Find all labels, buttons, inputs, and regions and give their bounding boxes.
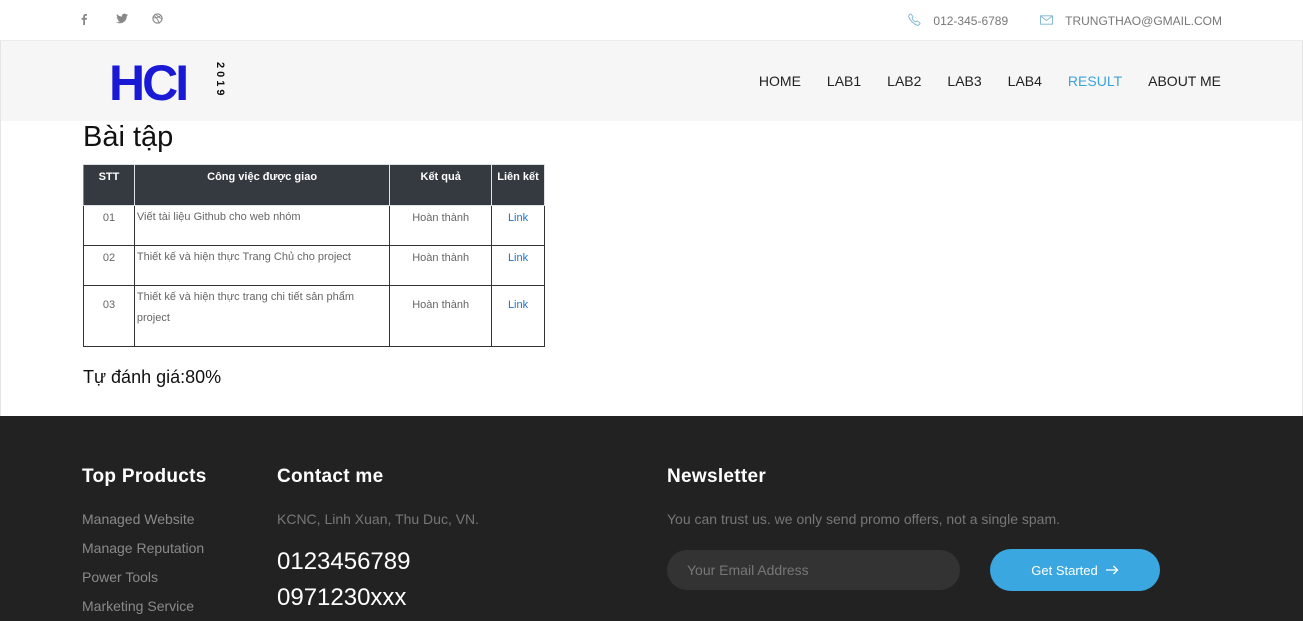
- facebook-icon[interactable]: [80, 13, 94, 25]
- twitter-icon[interactable]: [116, 13, 130, 25]
- top-bar: 012-345-6789 TRUNGTHAO@GMAIL.COM: [0, 0, 1303, 41]
- table-row: 01 Viết tài liệu Github cho web nhóm Hoà…: [83, 205, 545, 246]
- row-result: Hoàn thành: [389, 245, 493, 286]
- header-link: Liên kết: [491, 164, 545, 206]
- contact-phone: 0971230xxx: [277, 584, 407, 611]
- logo-text: HCI: [109, 58, 186, 106]
- top-contact: 012-345-6789 TRUNGTHAO@GMAIL.COM: [908, 13, 1222, 29]
- main-content: Bài tập STT Công việc được giao Kết quả …: [0, 121, 1303, 416]
- table-row: 03 Thiết kế và hiện thực trang chi tiết …: [83, 285, 545, 347]
- page-title: Bài tập: [83, 121, 174, 153]
- tasks-table: STT Công việc được giao Kết quả Liên kết…: [83, 164, 545, 347]
- contact-address: KCNC, Linh Xuan, Thu Duc, VN.: [277, 511, 480, 527]
- header-task: Công việc được giao: [133, 164, 391, 206]
- contact-title: Contact me: [277, 466, 384, 487]
- header-result: Kết quả: [389, 164, 493, 206]
- row-stt: 02: [83, 245, 135, 286]
- nav-menu: HOME LAB1 LAB2 LAB3 LAB4 RESULT ABOUT ME: [759, 73, 1221, 89]
- row-link[interactable]: Link: [508, 299, 528, 311]
- product-item[interactable]: Marketing Service: [82, 598, 207, 621]
- row-task: Thiết kế và hiện thực trang chi tiết sản…: [133, 285, 391, 347]
- footer-products: Top Products Managed Website Manage Repu…: [82, 466, 207, 621]
- row-stt: 01: [83, 205, 135, 246]
- envelope-icon: [1040, 14, 1054, 28]
- arrow-right-icon: [1105, 563, 1119, 578]
- row-task: Thiết kế và hiện thực Trang Chủ cho proj…: [133, 245, 391, 286]
- phone-icon: [908, 13, 921, 29]
- row-result: Hoàn thành: [389, 285, 493, 347]
- row-result: Hoàn thành: [389, 205, 493, 246]
- row-task: Viết tài liệu Github cho web nhóm: [133, 205, 391, 246]
- nav-lab2[interactable]: LAB2: [887, 73, 921, 89]
- product-item[interactable]: Managed Website: [82, 511, 207, 540]
- row-stt: 03: [83, 285, 135, 347]
- get-started-button[interactable]: Get Started: [990, 549, 1160, 591]
- dribbble-icon[interactable]: [152, 13, 166, 25]
- newsletter-desc: You can trust us. we only send promo off…: [667, 511, 1060, 527]
- row-link[interactable]: Link: [508, 212, 528, 224]
- nav-lab1[interactable]: LAB1: [827, 73, 861, 89]
- get-started-label: Get Started: [1031, 562, 1098, 578]
- social-links: [80, 13, 166, 25]
- nav-result[interactable]: RESULT: [1068, 73, 1122, 89]
- logo-year: 2019: [214, 62, 226, 98]
- nav-home[interactable]: HOME: [759, 73, 801, 89]
- table-header-row: STT Công việc được giao Kết quả Liên kết: [83, 164, 545, 206]
- main-navbar: HCI 2019 HOME LAB1 LAB2 LAB3 LAB4 RESULT…: [0, 41, 1303, 121]
- footer-contact: Contact me KCNC, Linh Xuan, Thu Duc, VN.…: [277, 466, 479, 616]
- self-evaluation: Tự đánh giá:80%: [83, 367, 222, 387]
- product-item[interactable]: Manage Reputation: [82, 540, 207, 569]
- top-email[interactable]: TRUNGTHAO@GMAIL.COM: [1065, 14, 1222, 28]
- top-phone: 012-345-6789: [933, 14, 1009, 28]
- nav-about-me[interactable]: ABOUT ME: [1148, 73, 1221, 89]
- newsletter-email-input[interactable]: [667, 550, 960, 590]
- footer-newsletter: Newsletter You can trust us. we only sen…: [667, 466, 1060, 527]
- newsletter-title: Newsletter: [667, 466, 767, 487]
- row-link[interactable]: Link: [508, 252, 528, 264]
- product-item[interactable]: Power Tools: [82, 569, 207, 598]
- footer: Top Products Managed Website Manage Repu…: [0, 416, 1303, 621]
- header-stt: STT: [83, 164, 135, 206]
- contact-phone: 0123456789: [277, 548, 411, 575]
- table-row: 02 Thiết kế và hiện thực Trang Chủ cho p…: [83, 245, 545, 286]
- hci-logo[interactable]: HCI 2019: [109, 55, 229, 111]
- nav-lab4[interactable]: LAB4: [1008, 73, 1042, 89]
- nav-lab3[interactable]: LAB3: [947, 73, 981, 89]
- products-title: Top Products: [82, 466, 207, 487]
